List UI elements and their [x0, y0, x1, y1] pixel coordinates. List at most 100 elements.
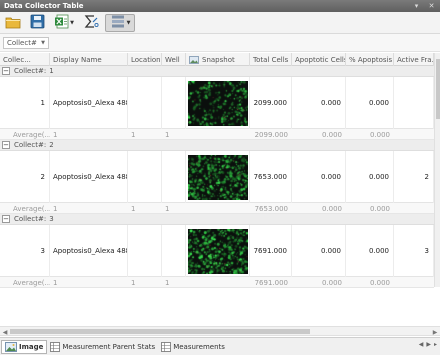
row-layout-button[interactable]: ▼ [105, 13, 135, 32]
snapshot-thumbnail[interactable] [187, 228, 248, 274]
snapshot-thumbnail[interactable] [187, 154, 248, 200]
cell-location [128, 151, 162, 203]
average-apoptotic-cells: 0.000 [321, 278, 342, 287]
average-row: Average(... 1 1 1 7653.000 0.000 0.000 [0, 203, 434, 214]
chevron-down-icon: ▼ [126, 19, 131, 26]
column-header-location[interactable]: Location [128, 53, 162, 66]
column-header-snapshot-label: Snapshot [202, 55, 235, 64]
cell-active-fraction [394, 77, 434, 129]
cell-pct-apoptosis: 0.000 [346, 151, 394, 203]
average-active-fraction [394, 129, 434, 140]
group-row[interactable]: − Collect#: 1 [0, 66, 434, 77]
cell-total-cells: 7653.000 [250, 151, 292, 203]
collapse-toggle-icon[interactable]: − [2, 215, 10, 223]
horizontal-scrollbar-thumb[interactable] [10, 329, 310, 334]
column-header-display-name[interactable]: Display Name [50, 53, 128, 66]
column-header-row: Collec... Display Name Location Well Sna… [0, 53, 434, 66]
cell-apoptotic-cells: 0.000 [292, 225, 346, 277]
cell-location [128, 225, 162, 277]
average-collect: 1 [53, 130, 58, 139]
cell-snapshot[interactable] [186, 151, 250, 203]
data-grid: − Collect#: 1 1 Apoptosis0_Alexa 488 209… [0, 66, 434, 288]
cell-snapshot[interactable] [186, 77, 250, 129]
table-row[interactable]: 1 Apoptosis0_Alexa 488 2099.000 0.000 0.… [0, 77, 434, 129]
column-header-snapshot[interactable]: Snapshot [186, 53, 250, 66]
average-well: 1 [165, 130, 170, 139]
tab-prev-icon[interactable]: ◀ [419, 341, 424, 348]
average-location: 1 [131, 278, 136, 287]
table-row[interactable]: 2 Apoptosis0_Alexa 488 7653.000 0.000 0.… [0, 151, 434, 203]
column-header-active-fraction[interactable]: Active Fra... [394, 53, 434, 66]
tab-measurements[interactable]: Measurements [158, 340, 228, 354]
scroll-right-icon[interactable]: ▶ [431, 328, 439, 336]
cell-apoptotic-cells: 0.000 [292, 77, 346, 129]
group-value: 1 [49, 67, 54, 75]
chevron-down-icon: ▼ [41, 40, 45, 46]
tab-list-icon[interactable]: ▸ [434, 341, 437, 348]
horizontal-scrollbar[interactable]: ◀ ▶ [0, 326, 440, 336]
cell-display-name: Apoptosis0_Alexa 488 [50, 151, 128, 203]
cell-pct-apoptosis: 0.000 [346, 77, 394, 129]
image-tab-icon [5, 341, 17, 352]
average-row: Average(... 1 1 1 7691.000 0.000 0.000 [0, 277, 434, 288]
column-header-collect[interactable]: Collec... [0, 53, 50, 66]
cell-total-cells: 7691.000 [250, 225, 292, 277]
column-header-apoptotic-cells[interactable]: Apoptotic Cells [292, 53, 346, 66]
vertical-scrollbar[interactable] [434, 53, 440, 287]
cell-location [128, 77, 162, 129]
scroll-left-icon[interactable]: ◀ [1, 328, 9, 336]
average-collect: 1 [53, 278, 58, 287]
cell-display-name: Apoptosis0_Alexa 488 [50, 225, 128, 277]
group-row[interactable]: − Collect#: 3 [0, 214, 434, 225]
snapshot-thumbnail[interactable] [187, 80, 248, 126]
collapse-toggle-icon[interactable]: − [2, 141, 10, 149]
save-button[interactable] [27, 14, 47, 32]
group-row[interactable]: − Collect#: 2 [0, 140, 434, 151]
export-excel-button[interactable]: ▼ [51, 14, 77, 32]
column-header-well[interactable]: Well [162, 53, 186, 66]
cell-collect: 3 [0, 225, 50, 277]
window-title: Data Collector Table [4, 2, 84, 10]
cell-well [162, 151, 186, 203]
tab-image[interactable]: Image [1, 339, 48, 354]
cell-collect: 1 [0, 77, 50, 129]
image-icon [189, 55, 199, 64]
average-active-fraction [394, 203, 434, 214]
average-total-cells: 2099.000 [254, 130, 288, 139]
average-label: Average(... [13, 130, 50, 139]
group-by-chip[interactable]: Collect# ▼ [3, 37, 49, 49]
average-label: Average(... [13, 278, 50, 287]
table-row[interactable]: 3 Apoptosis0_Alexa 488 7691.000 0.000 0.… [0, 225, 434, 277]
cell-active-fraction: 2 [394, 151, 434, 203]
folder-open-icon [5, 15, 21, 31]
group-label: Collect#: [14, 141, 47, 149]
group-by-panel: Collect# ▼ [0, 34, 440, 52]
average-location: 1 [131, 204, 136, 213]
close-button[interactable]: ✕ [427, 2, 436, 11]
cell-snapshot[interactable] [186, 225, 250, 277]
tab-image-label: Image [19, 342, 44, 351]
group-value: 2 [49, 141, 54, 149]
sigma-statistics-icon [83, 14, 99, 31]
window-menu-button[interactable]: ▾ [412, 2, 421, 11]
export-excel-icon [54, 14, 69, 31]
average-active-fraction [394, 277, 434, 288]
collapse-toggle-icon[interactable]: − [2, 67, 10, 75]
vertical-scrollbar-thumb[interactable] [436, 59, 440, 119]
column-header-total-cells[interactable]: Total Cells [250, 53, 292, 66]
tab-next-icon[interactable]: ▶ [426, 341, 431, 348]
window-titlebar: Data Collector Table ▾ ✕ [0, 0, 440, 12]
average-total-cells: 7653.000 [254, 204, 288, 213]
cell-apoptotic-cells: 0.000 [292, 151, 346, 203]
cell-collect: 2 [0, 151, 50, 203]
group-value: 3 [49, 215, 54, 223]
column-header-pct-apoptosis[interactable]: % Apoptosis [346, 53, 394, 66]
average-total-cells: 7691.000 [254, 278, 288, 287]
table-tab-icon [50, 341, 61, 352]
open-button[interactable] [3, 14, 23, 32]
cell-active-fraction: 3 [394, 225, 434, 277]
tab-measurement-parent-stats-label: Measurement Parent Stats [62, 342, 156, 351]
statistics-button[interactable] [81, 14, 101, 32]
tab-measurement-parent-stats[interactable]: Measurement Parent Stats [47, 340, 158, 354]
group-label: Collect#: [14, 67, 47, 75]
